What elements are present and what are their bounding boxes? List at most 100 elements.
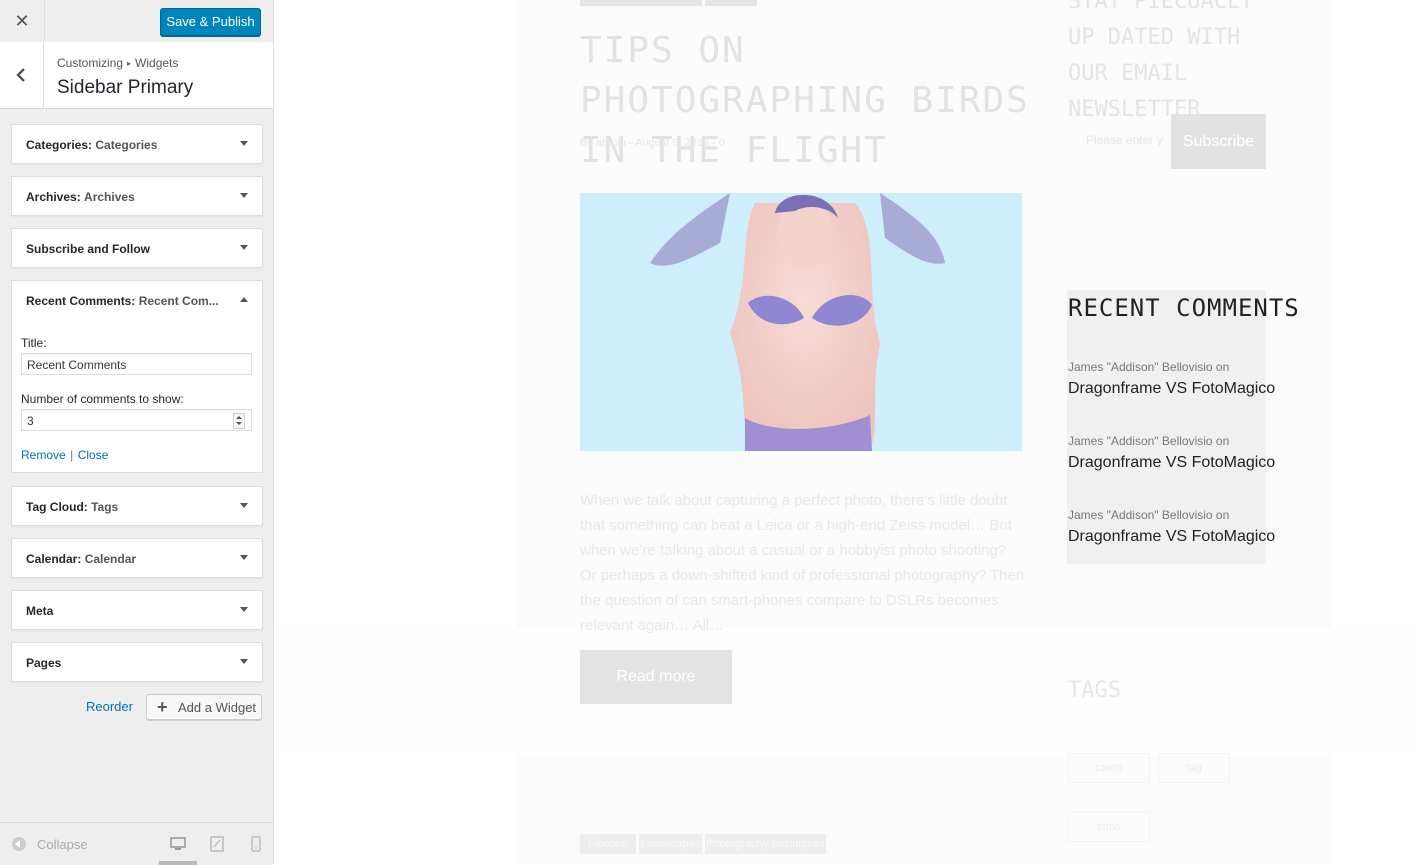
recent-comments-widget: Recent Comments James "Addison" Bellovis… — [1067, 290, 1299, 564]
widget-name: Subscribe and Follow — [26, 242, 151, 256]
widget-name: Archives: — [26, 190, 81, 204]
close-customizer-button[interactable]: ✕ — [0, 0, 45, 42]
tag-chip[interactable]: lmno — [1068, 812, 1150, 842]
plus-icon: + — [157, 697, 168, 717]
widget-archives[interactable]: Archives: Archives — [11, 176, 263, 216]
content-band — [274, 628, 1419, 754]
active-device-indicator — [159, 861, 197, 865]
customizer-footer: Collapse — [0, 822, 273, 865]
widget-name: Categories: — [26, 138, 93, 152]
post-category-chip[interactable]: Photography techniques — [705, 834, 826, 854]
tag-chip[interactable]: tag — [1158, 753, 1230, 783]
widget-categories[interactable]: Categories: Categories — [11, 124, 263, 164]
widget-recent-comments[interactable]: Recent Comments: Recent Com... — [11, 280, 263, 320]
expand-arrow-icon[interactable] — [240, 503, 248, 508]
recent-comments-form: Title: Recent Comments Number of comment… — [11, 319, 263, 473]
comment-post-link[interactable]: Dragonframe VS FotoMagico — [1068, 528, 1275, 546]
widget-name: Calendar: — [26, 552, 82, 566]
collapse-arrow-icon[interactable] — [240, 297, 248, 302]
spinner-down-icon[interactable] — [236, 422, 242, 425]
comment-count-value: 3 — [27, 414, 34, 428]
close-link[interactable]: Close — [78, 448, 109, 462]
recent-comments-title: Recent Comments — [1068, 294, 1300, 322]
count-label: Number of comments to show: — [21, 392, 184, 406]
widget-title: Calendar: Calendar — [26, 552, 136, 566]
comment-author[interactable]: James "Addison" Bellovisio on — [1068, 508, 1258, 522]
breadcrumb-root: Customizing — [57, 56, 124, 70]
title-label: Title: — [21, 336, 47, 350]
expand-arrow-icon[interactable] — [240, 607, 248, 612]
expand-arrow-icon[interactable] — [240, 245, 248, 250]
comment-item: James "Addison" Bellovisio on Dragonfram… — [1068, 434, 1275, 472]
title-input[interactable]: Recent Comments — [21, 353, 252, 375]
post-featured-image[interactable] — [580, 193, 1022, 451]
collapse-label[interactable]: Collapse — [37, 837, 88, 852]
comment-author[interactable]: James "Addison" Bellovisio on — [1068, 434, 1258, 448]
breadcrumb-child: Widgets — [135, 56, 179, 70]
breadcrumb: Customizing ▸ Widgets — [57, 56, 178, 70]
widget-title: Pages — [26, 656, 61, 670]
reorder-link[interactable]: Reorder — [86, 699, 133, 714]
tag-chip[interactable]: camo — [1068, 753, 1150, 783]
expand-arrow-icon[interactable] — [240, 141, 248, 146]
featured-image-figure — [580, 193, 1022, 451]
post-category-chip[interactable]: Landscapes — [639, 834, 702, 854]
spinner-up-icon[interactable] — [236, 416, 242, 419]
add-widget-button[interactable]: + Add a Widget — [146, 694, 262, 720]
widget-title: Meta — [26, 604, 53, 618]
widget-name: Pages — [26, 656, 62, 670]
tablet-preview-icon[interactable] — [208, 835, 226, 853]
widget-title: Subscribe and Follow — [26, 242, 150, 256]
widget-instance: Recent Com... — [138, 294, 219, 308]
comment-count-input[interactable]: 3 — [21, 409, 252, 431]
comment-item: James "Addison" Bellovisio on Dragonfram… — [1068, 360, 1275, 398]
widget-pages[interactable]: Pages — [11, 642, 263, 682]
comment-item: James "Addison" Bellovisio on Dragonfram… — [1068, 508, 1275, 546]
link-separator: | — [70, 448, 74, 462]
back-button[interactable] — [0, 42, 44, 108]
widget-subscribe-follow[interactable]: Subscribe and Follow — [11, 228, 263, 268]
widget-instance: Archives — [84, 190, 135, 204]
site-preview: Tips on photographing birds in the fligh… — [274, 0, 1419, 864]
category-chip-top — [580, 0, 702, 6]
customizer-header: ✕ Save & Publish — [0, 0, 273, 43]
read-more-button[interactable]: Read more — [580, 650, 732, 704]
remove-link[interactable]: Remove — [21, 448, 66, 462]
number-spinner[interactable] — [233, 413, 245, 429]
post-category-chip[interactable]: Fineone — [580, 834, 636, 854]
post-meta: By admin - August 9, 2016 - 0 — [580, 137, 725, 149]
section-header: Customizing ▸ Widgets Sidebar Primary — [0, 42, 273, 109]
post-title[interactable]: Tips on photographing birds in the fligh… — [580, 26, 1040, 176]
comment-author[interactable]: James "Addison" Bellovisio on — [1068, 360, 1258, 374]
chevron-left-icon — [16, 68, 25, 82]
widget-name: Tag Cloud: — [26, 500, 88, 514]
save-publish-button[interactable]: Save & Publish — [160, 8, 261, 36]
widget-meta[interactable]: Meta — [11, 590, 263, 630]
tags-title: Tags — [1068, 678, 1121, 703]
breadcrumb-separator-icon: ▸ — [127, 59, 132, 68]
widget-name: Recent Comments: — [26, 294, 136, 308]
email-input[interactable]: Please enter y — [1086, 133, 1163, 147]
comment-post-link[interactable]: Dragonframe VS FotoMagico — [1068, 380, 1275, 398]
widget-title: Recent Comments: Recent Com... — [26, 294, 219, 308]
desktop-preview-icon[interactable] — [169, 835, 187, 853]
expand-arrow-icon[interactable] — [240, 555, 248, 560]
newsletter-heading: Stay Piecuacly up dated with our email n… — [1068, 0, 1254, 122]
mobile-preview-icon[interactable] — [247, 835, 265, 853]
widget-name: Meta — [26, 604, 54, 618]
add-widget-label: Add a Widget — [178, 700, 257, 715]
expand-arrow-icon[interactable] — [240, 659, 248, 664]
collapse-icon[interactable] — [12, 837, 26, 851]
widget-title: Archives: Archives — [26, 190, 135, 204]
category-chip-top — [705, 0, 757, 6]
comment-post-link[interactable]: Dragonframe VS FotoMagico — [1068, 454, 1275, 472]
section-title: Sidebar Primary — [57, 77, 194, 98]
customizer-panel: ✕ Save & Publish Customizing ▸ Widgets Sid… — [0, 0, 274, 865]
close-icon: ✕ — [14, 11, 30, 31]
expand-arrow-icon[interactable] — [240, 193, 248, 198]
widget-calendar[interactable]: Calendar: Calendar — [11, 538, 263, 578]
post-excerpt: When we talk about capturing a perfect p… — [580, 492, 1025, 634]
widget-instance: Calendar — [84, 552, 137, 566]
widget-tag-cloud[interactable]: Tag Cloud: Tags — [11, 486, 263, 526]
subscribe-button[interactable]: Subscribe — [1171, 114, 1266, 169]
